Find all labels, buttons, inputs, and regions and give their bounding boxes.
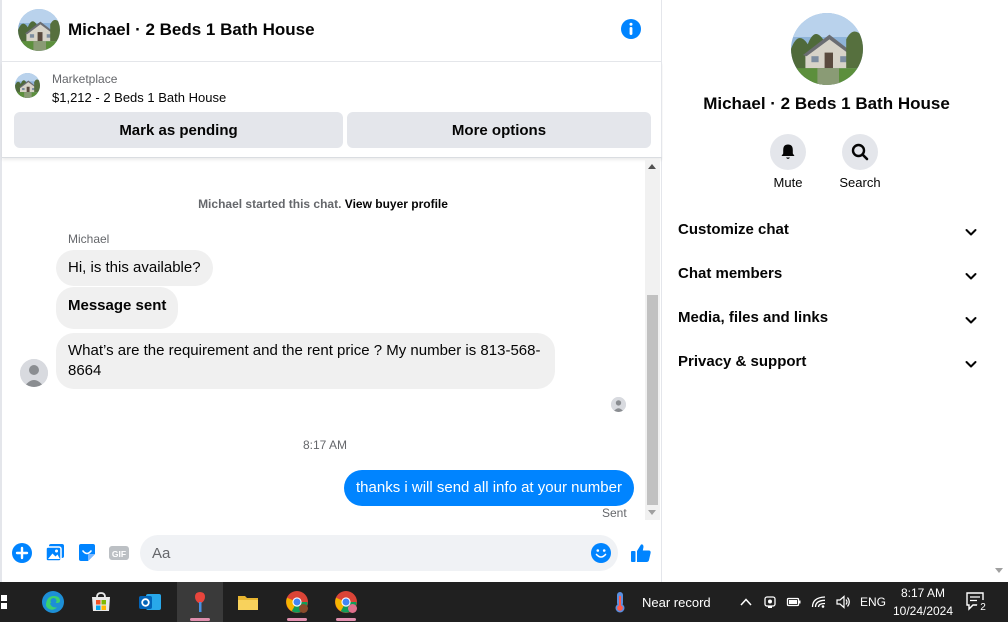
message-bubble-incoming[interactable]: Message sent — [56, 287, 179, 329]
section-label: Media, files and links — [678, 309, 829, 326]
taskbar-chrome-profile-1[interactable] — [274, 582, 320, 622]
details-title: Michael · 2 Beds 1 Bath House — [703, 94, 950, 113]
message-bubble-incoming[interactable]: Hi, is this available? — [56, 250, 213, 286]
store-icon — [92, 592, 110, 611]
photo-icon[interactable] — [44, 542, 66, 564]
notification-count: 2 — [980, 602, 986, 613]
chat-header: Michael · 2 Beds 1 Bath House — [2, 0, 662, 62]
message-list: Michael started this chat. View buyer pr… — [2, 160, 644, 520]
search-button[interactable] — [842, 134, 878, 170]
chevron-up-icon[interactable] — [738, 594, 754, 610]
weather-text[interactable]: Near record — [642, 595, 711, 610]
message-scrollbar[interactable] — [645, 160, 660, 520]
marketplace-listing-bar: Marketplace $1,212 - 2 Beds 1 Bath House… — [2, 62, 662, 158]
mute-button[interactable] — [770, 134, 806, 170]
section-chat-members[interactable]: Chat members — [678, 265, 978, 289]
chat-title[interactable]: Michael · 2 Beds 1 Bath House — [68, 20, 315, 40]
section-label: Customize chat — [678, 221, 789, 238]
plus-icon[interactable] — [11, 542, 33, 564]
thermometer-icon[interactable] — [612, 591, 628, 613]
like-icon[interactable] — [629, 541, 653, 565]
chrome-icon — [286, 591, 308, 613]
listing-category: Marketplace — [52, 72, 118, 86]
scroll-thumb[interactable] — [647, 295, 658, 505]
search-icon — [851, 143, 869, 161]
section-label: Privacy & support — [678, 353, 807, 370]
more-options-button[interactable]: More options — [347, 112, 651, 148]
battery-icon[interactable] — [786, 594, 802, 610]
chevron-down-icon — [964, 313, 978, 327]
clock-date[interactable]: 10/24/2024 — [892, 604, 954, 618]
mute-label: Mute — [773, 175, 803, 190]
sticker-icon[interactable] — [76, 542, 98, 564]
chat-pane: Michael · 2 Beds 1 Bath House Marketplac… — [0, 0, 662, 582]
bell-icon — [781, 144, 795, 159]
search-label: Search — [839, 175, 881, 190]
chrome-icon — [335, 591, 357, 613]
chat-details-pane: Michael · 2 Beds 1 Bath House Mute Searc… — [663, 0, 1008, 582]
clock-time[interactable]: 8:17 AM — [892, 586, 954, 600]
message-bubble-incoming[interactable]: What’s are the requirement and the rent … — [56, 333, 555, 389]
view-buyer-profile-link[interactable]: View buyer profile — [345, 197, 448, 211]
section-label: Chat members — [678, 265, 783, 282]
taskbar-edge[interactable] — [30, 582, 76, 622]
outlook-icon — [139, 594, 161, 610]
page-scrollbar[interactable] — [991, 0, 1008, 582]
message-bubble-outgoing[interactable]: thanks i will send all info at your numb… — [344, 470, 634, 506]
mark-as-pending-button[interactable]: Mark as pending — [14, 112, 343, 148]
listing-thumbnail[interactable] — [15, 73, 40, 98]
edge-icon — [42, 591, 64, 613]
chevron-down-icon — [964, 225, 978, 239]
gif-icon[interactable]: GIF — [108, 542, 130, 564]
taskbar-chrome-profile-2[interactable] — [323, 582, 369, 622]
taskbar-file-explorer[interactable] — [225, 582, 271, 622]
windows-start-icon — [1, 595, 7, 609]
language-indicator[interactable]: ENG — [860, 595, 886, 609]
sender-name: Michael — [68, 232, 110, 246]
info-icon[interactable] — [620, 18, 642, 40]
chevron-down-icon — [964, 269, 978, 283]
app-pin-icon — [195, 592, 205, 612]
taskbar-app-active[interactable] — [177, 582, 223, 622]
listing-name[interactable]: $1,212 - 2 Beds 1 Bath House — [52, 90, 226, 105]
message-status: Sent — [602, 506, 627, 520]
message-composer: GIF — [2, 530, 662, 576]
scroll-down-arrow-icon[interactable] — [995, 568, 1003, 573]
taskbar-store[interactable] — [78, 582, 124, 622]
scroll-up-arrow-icon[interactable] — [648, 164, 656, 169]
message-timestamp: 8:17 AM — [302, 438, 348, 452]
taskbar-outlook[interactable] — [127, 582, 173, 622]
chat-start-notice: Michael started this chat. View buyer pr… — [2, 197, 644, 211]
details-avatar[interactable] — [791, 13, 863, 85]
svg-text:GIF: GIF — [112, 549, 126, 559]
volume-icon[interactable] — [835, 594, 851, 610]
section-customize-chat[interactable]: Customize chat — [678, 221, 978, 245]
emoji-icon[interactable] — [590, 542, 612, 564]
section-media-files-links[interactable]: Media, files and links — [678, 309, 978, 333]
chevron-down-icon — [964, 357, 978, 371]
notification-icon[interactable]: 2 — [965, 591, 989, 613]
seen-avatar-icon — [611, 397, 626, 412]
chat-avatar[interactable] — [18, 9, 60, 51]
sender-avatar[interactable] — [20, 359, 48, 387]
wifi-icon[interactable] — [811, 594, 827, 610]
message-input[interactable] — [140, 535, 618, 571]
windows-taskbar: Near record ENG 8:17 AM 10/24/2024 2 — [0, 582, 1008, 622]
webcam-icon[interactable] — [762, 594, 778, 610]
start-button[interactable] — [0, 582, 14, 622]
section-privacy-support[interactable]: Privacy & support — [678, 353, 978, 377]
folder-icon — [238, 596, 258, 610]
chat-start-text: Michael started this chat. — [198, 197, 342, 211]
scroll-down-arrow-icon[interactable] — [648, 510, 656, 515]
